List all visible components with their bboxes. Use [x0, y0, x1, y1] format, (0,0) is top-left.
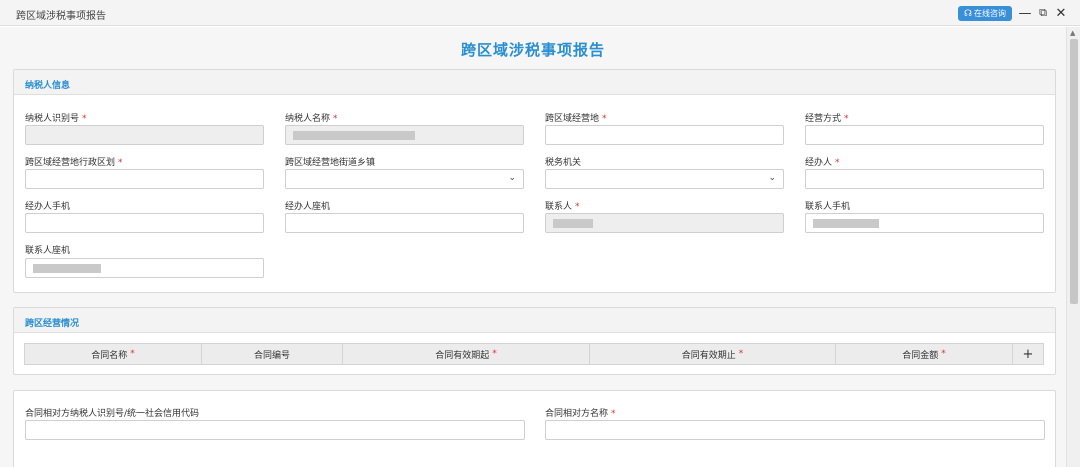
cross-region-location-input[interactable]: [545, 125, 784, 145]
taxpayer-info-title: 纳税人信息: [14, 70, 1055, 95]
close-icon[interactable]: ✕: [1053, 4, 1069, 22]
counterparty-name-input[interactable]: [545, 420, 1045, 440]
counterparty-name-label: 合同相对方名称 *: [545, 409, 616, 419]
taxpayer-name-label: 纳税人名称 *: [285, 114, 338, 124]
contact-label: 联系人 *: [545, 202, 580, 212]
redacted-value: [33, 264, 101, 273]
contact-landline-label: 联系人座机: [25, 246, 71, 256]
scroll-up-icon[interactable]: ▲: [1070, 29, 1075, 37]
street-town-label: 跨区域经营地街道乡镇: [285, 158, 376, 168]
column-valid-from: 合同有效期起 *: [343, 344, 590, 364]
business-mode-label: 经营方式 *: [805, 114, 849, 124]
vertical-scrollbar[interactable]: ▲: [1066, 27, 1080, 467]
title-bar: 跨区域涉税事项报告 ☊ 在线咨询 — ⧉ ✕: [0, 0, 1080, 26]
chevron-down-icon: ⌄: [508, 173, 516, 183]
street-town-select[interactable]: ⌄: [285, 169, 524, 189]
window-title: 跨区域涉税事项报告: [16, 11, 106, 22]
column-contract-name: 合同名称 *: [25, 344, 202, 364]
report-window: 跨区域涉税事项报告 ☊ 在线咨询 — ⧉ ✕ 跨区域涉税事项报告 纳税人信息 纳…: [0, 0, 1080, 467]
scroll-thumb[interactable]: [1070, 39, 1078, 304]
content-area: 跨区域涉税事项报告 纳税人信息 纳税人识别号 * 纳税人名称 * 跨区域经营地 * 经…: [0, 27, 1066, 467]
contact-mobile-input[interactable]: [805, 213, 1044, 233]
admin-division-label: 跨区域经营地行政区划 *: [25, 158, 123, 168]
headset-icon: ☊: [964, 8, 972, 19]
contact-landline-input[interactable]: [25, 258, 264, 278]
contact-input[interactable]: [545, 213, 784, 233]
online-help-label: 在线咨询: [974, 9, 1006, 18]
taxpayer-info-panel: 纳税人信息 纳税人识别号 * 纳税人名称 * 跨区域经营地 * 经营方式 * 跨区域经营…: [13, 69, 1056, 293]
cross-region-location-label: 跨区域经营地 *: [545, 114, 607, 124]
handler-landline-label: 经办人座机: [285, 202, 331, 212]
taxpayer-name-input[interactable]: [285, 125, 524, 145]
maximize-icon[interactable]: ⧉: [1035, 4, 1051, 22]
tax-authority-select[interactable]: ⌄: [545, 169, 784, 189]
tax-id-input[interactable]: [25, 125, 264, 145]
counterparty-id-label: 合同相对方纳税人识别号/统一社会信用代码: [25, 409, 200, 419]
contracts-table-header: 合同名称 * 合同编号 合同有效期起 * 合同有效期止 * 合同金额 * +: [24, 343, 1044, 365]
page-title: 跨区域涉税事项报告: [460, 41, 605, 59]
add-row-button[interactable]: +: [1013, 344, 1043, 364]
column-contract-amount: 合同金额 *: [836, 344, 1013, 364]
operations-title: 跨区经营情况: [14, 308, 1055, 333]
handler-landline-input[interactable]: [285, 213, 524, 233]
column-valid-to: 合同有效期止 *: [590, 344, 836, 364]
column-contract-number: 合同编号: [202, 344, 343, 364]
handler-label: 经办人 *: [805, 158, 840, 168]
handler-mobile-input[interactable]: [25, 213, 264, 233]
redacted-value: [293, 131, 415, 140]
tax-authority-label: 税务机关: [545, 158, 582, 168]
handler-input[interactable]: [805, 169, 1044, 189]
counterparty-id-input[interactable]: [25, 420, 525, 440]
business-mode-input[interactable]: [805, 125, 1044, 145]
chevron-down-icon: ⌄: [768, 173, 776, 183]
contact-mobile-label: 联系人手机: [805, 202, 851, 212]
admin-division-input[interactable]: [25, 169, 264, 189]
redacted-value: [813, 219, 879, 228]
handler-mobile-label: 经办人手机: [25, 202, 71, 212]
tax-id-label: 纳税人识别号 *: [25, 114, 87, 124]
operations-panel: 跨区经营情况 合同名称 * 合同编号 合同有效期起 * 合同有效期止 * 合同金额 * …: [13, 307, 1056, 375]
counterparty-panel: 合同相对方纳税人识别号/统一社会信用代码 合同相对方名称 *: [13, 390, 1056, 467]
redacted-value: [553, 219, 593, 228]
minimize-icon[interactable]: —: [1017, 4, 1033, 22]
online-help-button[interactable]: ☊ 在线咨询: [958, 6, 1012, 21]
